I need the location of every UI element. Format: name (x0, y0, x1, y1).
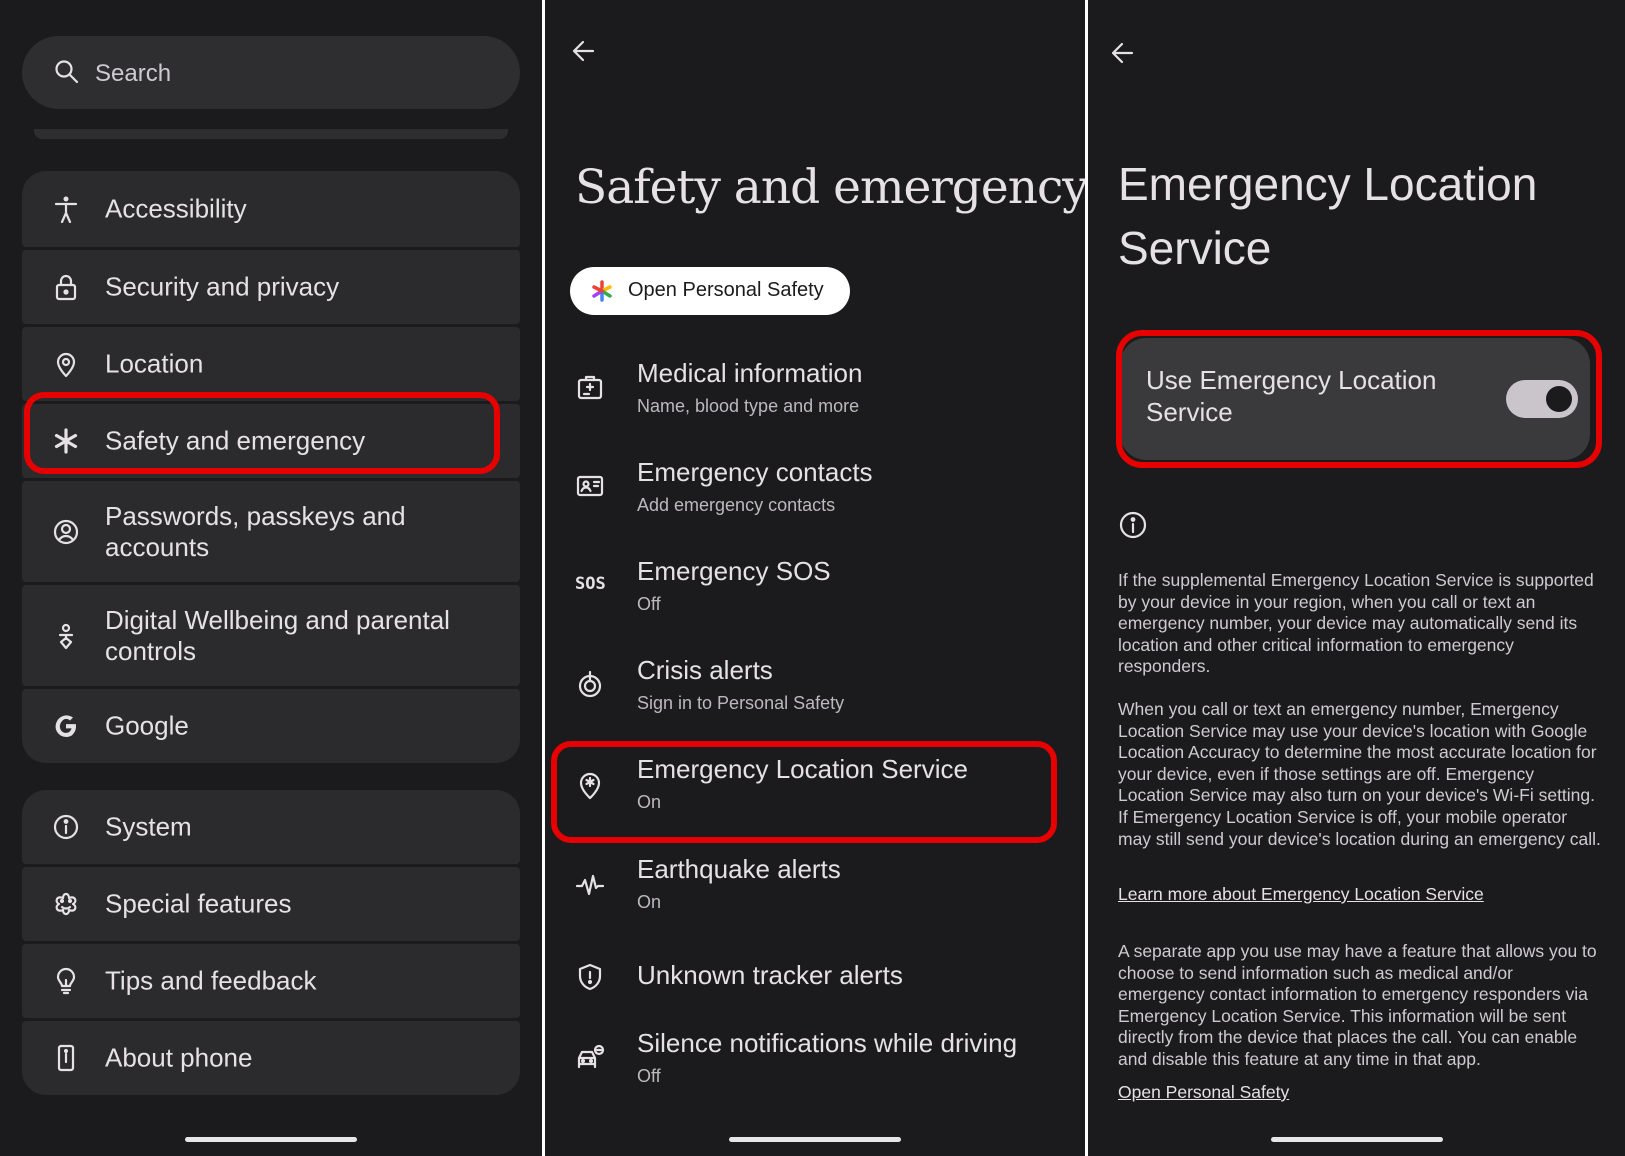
back-arrow-icon[interactable] (571, 38, 597, 64)
list-item-subtitle: On (637, 892, 662, 912)
list-item-unknown-tracker-alerts[interactable]: Unknown tracker alerts (545, 937, 1085, 1017)
list-item-silence-driving[interactable]: Silence notifications while driving Off (545, 1012, 1085, 1106)
lightbulb-icon (56, 967, 76, 995)
page-title: Emergency Location Service (1118, 158, 1538, 274)
personal-safety-icon (592, 280, 612, 302)
settings-item-google[interactable]: Google (22, 689, 520, 763)
description-paragraph-2: When you call or text an emergency numbe… (1118, 699, 1601, 849)
settings-item-label: Tips and feedback (105, 965, 317, 996)
open-personal-safety-link[interactable]: Open Personal Safety (1118, 1082, 1289, 1103)
sos-icon: SOS (575, 574, 606, 594)
list-item-subtitle: Sign in to Personal Safety (637, 693, 845, 713)
description-paragraph-3: A separate app you use may have a featur… (1118, 941, 1597, 1069)
lock-icon (55, 274, 77, 301)
safety-emergency-panel: Safety and emergency Open Personal Safet… (545, 0, 1085, 1156)
collapsed-suggestion-card (34, 129, 508, 139)
settings-item-about-phone[interactable]: About phone (22, 1021, 520, 1095)
accessibility-icon (54, 196, 78, 223)
search-placeholder: Search (95, 60, 172, 87)
list-item-subtitle: Name, blood type and more (637, 396, 860, 416)
google-g-icon (55, 715, 76, 737)
list-item-medical-information[interactable]: Medical information Name, blood type and… (545, 342, 1085, 436)
list-item-crisis-alerts[interactable]: Crisis alerts Sign in to Personal Safety (545, 639, 1085, 733)
page-title: Safety and emergency (575, 160, 1085, 215)
list-item-title: Medical information (637, 358, 863, 388)
info-icon (53, 814, 79, 840)
list-item-title: Silence notifications while driving (637, 1028, 1018, 1058)
home-indicator[interactable] (185, 1137, 357, 1142)
description-paragraph-1: If the supplemental Emergency Location S… (1118, 570, 1594, 677)
list-item-title: Earthquake alerts (637, 854, 841, 884)
special-features-icon (55, 892, 77, 916)
phone-icon (57, 1044, 75, 1072)
settings-item-label: Digital Wellbeing and parental controls (105, 604, 450, 666)
settings-item-label: Google (105, 710, 189, 741)
list-item-emergency-sos[interactable]: SOS Emergency SOS Off (545, 540, 1085, 634)
home-indicator[interactable] (1270, 1137, 1443, 1142)
medical-id-icon (577, 375, 603, 400)
driving-icon (577, 1044, 605, 1069)
list-item-subtitle: Off (637, 594, 661, 614)
list-item-title: Emergency SOS (637, 556, 831, 586)
location-pin-icon (56, 352, 76, 378)
emergency-location-service-panel: Emergency Location Service Use Emergency… (1088, 0, 1625, 1156)
settings-group-secondary: System Special features Tips and feedbac… (22, 790, 520, 1098)
settings-item-special-features[interactable]: Special features (22, 867, 520, 941)
settings-item-tips[interactable]: Tips and feedback (22, 944, 520, 1018)
settings-item-system[interactable]: System (22, 790, 520, 864)
settings-item-security[interactable]: Security and privacy (22, 250, 520, 324)
settings-item-label: System (105, 811, 192, 842)
info-icon (1119, 511, 1147, 539)
settings-main-panel: Search Accessibility Security and privac… (0, 0, 542, 1156)
settings-item-passwords[interactable]: Passwords, passkeys and accounts (22, 481, 520, 582)
search-bar[interactable]: Search (22, 36, 520, 109)
settings-item-label: Security and privacy (105, 271, 340, 302)
list-item-title: Crisis alerts (637, 655, 773, 685)
highlight-box-emergency-location (551, 741, 1057, 843)
back-arrow-icon[interactable] (1110, 40, 1136, 66)
settings-item-label: Accessibility (105, 193, 247, 224)
highlight-box-safety (24, 392, 500, 474)
settings-item-digital-wellbeing[interactable]: Digital Wellbeing and parental controls (22, 585, 520, 686)
earthquake-icon (575, 874, 605, 896)
search-icon (55, 60, 79, 84)
chip-label: Open Personal Safety (628, 279, 824, 301)
wellbeing-icon (58, 623, 74, 649)
open-personal-safety-chip[interactable]: Open Personal Safety (570, 267, 850, 315)
list-item-earthquake-alerts[interactable]: Earthquake alerts On (545, 838, 1085, 932)
settings-item-label: Passwords, passkeys and accounts (105, 500, 406, 562)
list-item-emergency-contacts[interactable]: Emergency contacts Add emergency contact… (545, 441, 1085, 535)
list-item-subtitle: Add emergency contacts (637, 495, 836, 515)
learn-more-link[interactable]: Learn more about Emergency Location Serv… (1118, 884, 1484, 905)
settings-item-label: Special features (105, 888, 292, 919)
list-item-title: Unknown tracker alerts (637, 960, 903, 990)
contact-card-icon (576, 475, 604, 497)
list-item-title: Emergency contacts (637, 457, 873, 487)
crisis-alert-icon (578, 670, 602, 698)
settings-item-location[interactable]: Location (22, 327, 520, 401)
list-item-subtitle: Off (637, 1066, 661, 1086)
settings-item-label: Location (105, 348, 204, 379)
highlight-box-toggle (1116, 330, 1602, 468)
home-indicator[interactable] (729, 1137, 901, 1142)
account-circle-icon (53, 519, 79, 544)
settings-item-label: About phone (105, 1042, 253, 1073)
settings-item-accessibility[interactable]: Accessibility (22, 171, 520, 247)
tracker-shield-icon (578, 963, 602, 991)
